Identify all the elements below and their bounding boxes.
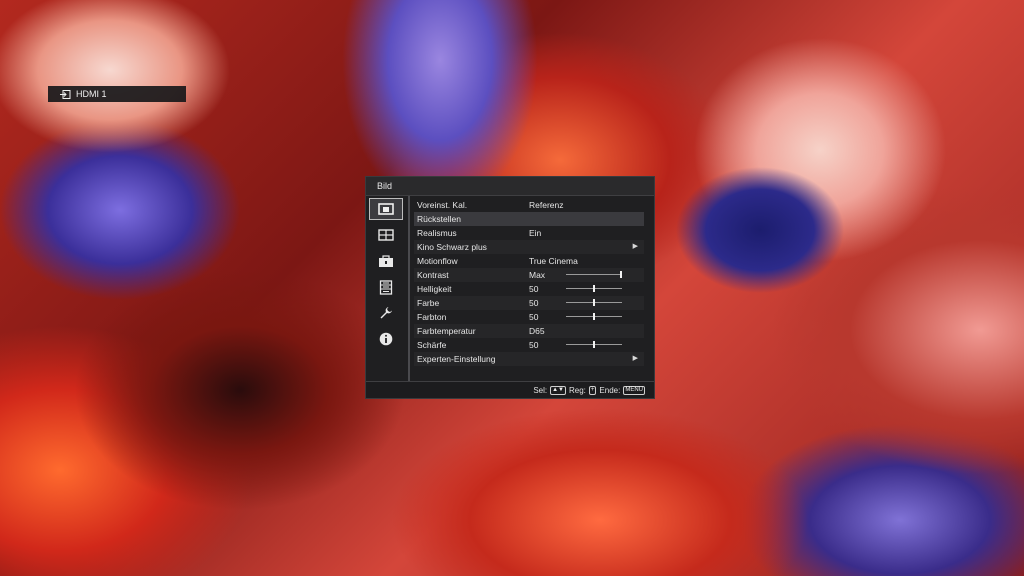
category-function[interactable] — [369, 276, 403, 298]
setting-value: 50 — [529, 298, 539, 308]
settings-menu: Bild Voreinst. Kal. Referenz Rückstellen… — [365, 176, 655, 399]
setup-icon — [379, 254, 393, 267]
setting-label: Motionflow — [417, 256, 458, 266]
input-icon — [60, 89, 71, 99]
menu-footer: Sel: ▲▼ Reg: + Ende: MENU — [366, 381, 654, 398]
screen-icon — [378, 229, 394, 241]
setting-row[interactable]: Rückstellen — [414, 212, 644, 226]
function-icon — [379, 279, 393, 295]
category-screen[interactable] — [369, 224, 403, 246]
category-setup[interactable] — [369, 250, 403, 272]
setting-row[interactable]: Kontrast Max — [414, 268, 644, 282]
setting-slider[interactable] — [566, 271, 622, 278]
setting-row[interactable]: Experten-Einstellung ▶ — [414, 352, 644, 366]
setting-value: Max — [529, 270, 546, 280]
slider-knob[interactable] — [593, 299, 595, 306]
category-sidebar — [366, 196, 410, 384]
category-picture[interactable] — [369, 198, 403, 220]
category-info[interactable] — [369, 328, 403, 350]
setting-value: 50 — [529, 284, 539, 294]
exit-hint-label: Ende: — [599, 385, 621, 395]
submenu-arrow-icon: ▶ — [632, 355, 638, 362]
setting-label: Kino Schwarz plus — [417, 242, 487, 252]
setting-label: Kontrast — [417, 270, 449, 280]
setting-row[interactable]: Schärfe 50 — [414, 338, 644, 352]
setting-value: Referenz — [529, 200, 564, 210]
setting-label: Helligkeit — [417, 284, 452, 294]
setting-label: Voreinst. Kal. — [417, 200, 468, 210]
setting-slider[interactable] — [566, 341, 622, 348]
category-installation[interactable] — [369, 302, 403, 324]
slider-knob[interactable] — [593, 285, 595, 292]
setting-row[interactable]: Kino Schwarz plus ▶ — [414, 240, 644, 254]
setting-value: 50 — [529, 340, 539, 350]
setting-label: Farbtemperatur — [417, 326, 476, 336]
submenu-arrow-icon: ▶ — [632, 243, 638, 250]
setting-row[interactable]: Farbe 50 — [414, 296, 644, 310]
setting-label: Farbton — [417, 312, 447, 322]
input-source-label: HDMI 1 — [76, 89, 107, 99]
setting-label: Rückstellen — [417, 214, 461, 224]
setting-row[interactable]: Voreinst. Kal. Referenz — [414, 198, 644, 212]
setting-slider[interactable] — [566, 299, 622, 306]
menu-key-icon: MENU — [623, 385, 645, 395]
slider-knob[interactable] — [620, 271, 622, 278]
setting-value: D65 — [529, 326, 545, 336]
settings-list: Voreinst. Kal. Referenz Rückstellen Realism… — [414, 198, 644, 366]
slider-knob[interactable] — [593, 341, 595, 348]
setting-label: Farbe — [417, 298, 440, 308]
setting-row[interactable]: Farbton 50 — [414, 310, 644, 324]
setting-label: Realismus — [417, 228, 457, 238]
select-hint-label: Sel: — [533, 385, 548, 395]
setting-value: 50 — [529, 312, 539, 322]
wrench-icon — [380, 307, 392, 319]
setting-row[interactable]: Motionflow True Cinema — [414, 254, 644, 268]
adjust-hint-label: Reg: — [569, 385, 586, 395]
setting-row[interactable]: Helligkeit 50 — [414, 282, 644, 296]
setting-value: Ein — [529, 228, 542, 238]
input-source-badge: HDMI 1 — [48, 86, 186, 102]
setting-row[interactable]: Realismus Ein — [414, 226, 644, 240]
slider-knob[interactable] — [593, 313, 595, 320]
setting-slider[interactable] — [566, 313, 622, 320]
menu-title: Bild — [366, 177, 654, 196]
info-icon — [379, 332, 393, 346]
setting-label: Experten-Einstellung — [417, 354, 496, 364]
setting-slider[interactable] — [566, 285, 622, 292]
setting-value: True Cinema — [529, 256, 578, 266]
setting-label: Schärfe — [417, 340, 447, 350]
plus-key-icon: + — [588, 385, 597, 395]
picture-icon — [378, 202, 394, 215]
setting-row[interactable]: Farbtemperatur D65 — [414, 324, 644, 338]
up-down-key-icon: ▲▼ — [550, 385, 566, 395]
